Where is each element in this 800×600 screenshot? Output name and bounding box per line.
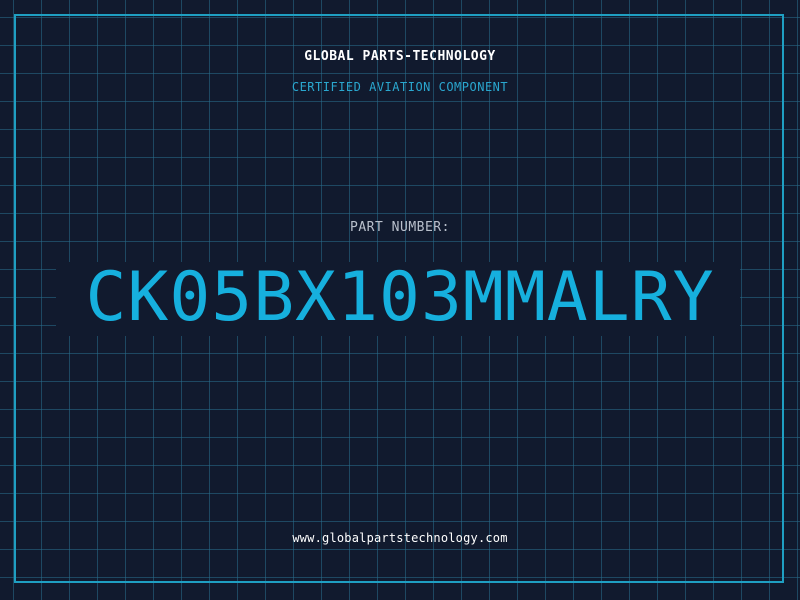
part-number-label: PART NUMBER: (350, 220, 450, 235)
certification-tagline: CERTIFIED AVIATION COMPONENT (291, 80, 509, 94)
part-number-value: CK05BX103MMALRY (85, 258, 715, 337)
website-url: www.globalpartstechnology.com (292, 531, 508, 545)
part-label-card: GLOBAL PARTS-TECHNOLOGY CERTIFIED AVIATI… (0, 0, 800, 600)
company-name: GLOBAL PARTS-TECHNOLOGY (304, 49, 496, 64)
